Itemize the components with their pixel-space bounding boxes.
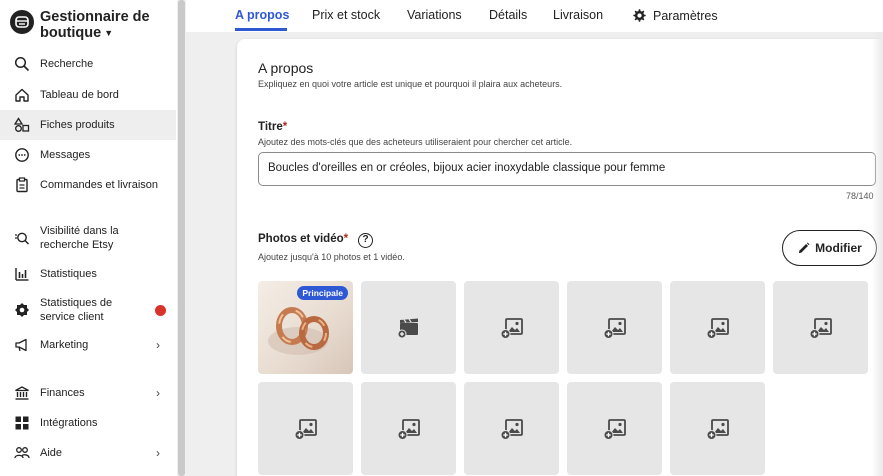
add-photo-icon: [706, 317, 729, 339]
required-mark: *: [343, 233, 349, 245]
tab-about[interactable]: A propos: [235, 8, 289, 22]
sidebar-item-label: Tableau de bord: [40, 89, 119, 101]
media-field-hint: Ajoutez jusqu'à 10 photos et 1 vidéo.: [258, 252, 405, 262]
sidebar-item-label: Visibilité dans la recherche Etsy: [40, 225, 119, 251]
add-photo-icon: [603, 317, 626, 339]
sidebar-scrollbar-thumb[interactable]: [178, 0, 185, 476]
sidebar-item-label: Commandes et livraison: [40, 179, 158, 191]
title-field-hint: Ajoutez des mots-clés que des acheteurs …: [258, 137, 573, 147]
chevron-right-icon: ›: [156, 338, 160, 352]
add-photo-icon: [706, 418, 729, 440]
gear-icon: [633, 9, 646, 22]
tab-price-stock[interactable]: Prix et stock: [312, 8, 380, 22]
active-tab-indicator: [235, 28, 287, 31]
tab-variations[interactable]: Variations: [407, 8, 462, 22]
sidebar-item-search[interactable]: Recherche: [0, 54, 176, 74]
pencil-icon: [799, 241, 810, 253]
search-visibility-icon: [13, 229, 31, 247]
edit-media-button[interactable]: Modifier: [782, 230, 877, 266]
sidebar: Gestionnaire de boutique ▼ Recherche Tabl…: [0, 0, 176, 476]
shapes-icon: [13, 116, 31, 134]
sidebar-item-help[interactable]: Aide ›: [0, 443, 176, 463]
panel-edge-shadow: [872, 32, 883, 476]
add-photo-icon: [603, 418, 626, 440]
media-slot-photo[interactable]: [567, 382, 662, 475]
media-slot-photo[interactable]: [464, 281, 559, 374]
media-slot-photo[interactable]: [258, 382, 353, 475]
tab-settings-label: Paramètres: [653, 8, 718, 23]
tab-details[interactable]: Détails: [489, 8, 527, 22]
sidebar-item-integrations[interactable]: Intégrations: [0, 413, 176, 433]
add-photo-icon: [500, 317, 523, 339]
sidebar-item-service-stats[interactable]: Statistiques de service client: [0, 295, 176, 325]
media-slot-photo[interactable]: [361, 382, 456, 475]
shop-manager-switcher[interactable]: Gestionnaire de boutique ▼: [10, 9, 170, 41]
title-label-text: Titre: [258, 121, 283, 133]
add-video-icon: [397, 318, 418, 338]
sidebar-item-label: Intégrations: [40, 417, 98, 429]
chat-icon: [13, 146, 31, 164]
shop-manager-logo-icon: [10, 10, 34, 34]
section-title-about: A propos: [258, 60, 314, 76]
tab-settings[interactable]: Paramètres: [632, 8, 718, 23]
sidebar-item-label: Statistiques de service client: [40, 297, 113, 323]
edit-media-label: Modifier: [815, 241, 862, 255]
media-slot-photo[interactable]: [670, 281, 765, 374]
sidebar-item-label: Finances: [40, 387, 85, 399]
people-icon: [13, 444, 31, 462]
media-slot-main-photo[interactable]: Principale: [258, 281, 353, 374]
megaphone-icon: [13, 336, 31, 354]
sidebar-item-search-visibility[interactable]: Visibilité dans la recherche Etsy: [0, 222, 176, 254]
sidebar-item-messages[interactable]: Messages: [0, 145, 176, 165]
listing-tabs: [186, 0, 883, 32]
clipboard-icon: [13, 176, 31, 194]
badge-icon: [13, 301, 31, 319]
sidebar-item-stats[interactable]: Statistiques: [0, 264, 176, 284]
chevron-right-icon: ›: [156, 386, 160, 400]
main-photo-badge: Principale: [297, 286, 348, 300]
media-slot-photo[interactable]: [773, 281, 868, 374]
home-icon: [13, 86, 31, 104]
alert-dot: [155, 305, 166, 316]
title-input[interactable]: Boucles d'oreilles en or créoles, bijoux…: [258, 152, 876, 186]
sidebar-item-label: Statistiques: [40, 268, 97, 280]
add-photo-icon: [294, 418, 317, 440]
media-slot-photo[interactable]: [464, 382, 559, 475]
sidebar-item-label: Marketing: [40, 339, 89, 351]
media-field-label: Photos et vidéo*: [258, 233, 348, 245]
chevron-right-icon: ›: [156, 446, 160, 460]
required-mark: *: [282, 121, 288, 133]
media-label-text: Photos et vidéo: [258, 233, 344, 245]
sidebar-item-dashboard[interactable]: Tableau de bord: [0, 85, 176, 105]
tab-shipping[interactable]: Livraison: [553, 8, 603, 22]
media-slot-photo[interactable]: [670, 382, 765, 475]
sidebar-item-label: Aide: [40, 447, 63, 459]
search-icon: [13, 55, 31, 73]
section-subtitle-about: Expliquez en quoi votre article est uniq…: [258, 79, 563, 89]
sidebar-item-label: Recherche: [40, 58, 94, 70]
sidebar-item-marketing[interactable]: Marketing ›: [0, 335, 176, 355]
sidebar-item-listings[interactable]: Fiches produits: [0, 110, 176, 140]
sidebar-item-label: Fiches produits: [40, 119, 115, 131]
caret-down-icon: ▼: [104, 28, 114, 39]
sidebar-item-orders[interactable]: Commandes et livraison: [0, 175, 176, 195]
title-field-label: Titre*: [258, 121, 287, 133]
title-char-counter: 78/140: [846, 191, 874, 201]
media-slot-video[interactable]: [361, 281, 456, 374]
bank-icon: [13, 384, 31, 402]
grid-icon: [13, 414, 31, 432]
help-icon[interactable]: ?: [358, 233, 373, 248]
shop-manager-title: Gestionnaire de boutique: [40, 9, 150, 41]
bar-chart-icon: [13, 265, 31, 283]
add-photo-icon: [397, 418, 420, 440]
add-photo-icon: [809, 317, 832, 339]
sidebar-item-finances[interactable]: Finances ›: [0, 383, 176, 403]
sidebar-scrollbar[interactable]: [177, 0, 186, 476]
add-photo-icon: [500, 418, 523, 440]
sidebar-item-label: Messages: [40, 149, 91, 161]
media-slot-photo[interactable]: [567, 281, 662, 374]
